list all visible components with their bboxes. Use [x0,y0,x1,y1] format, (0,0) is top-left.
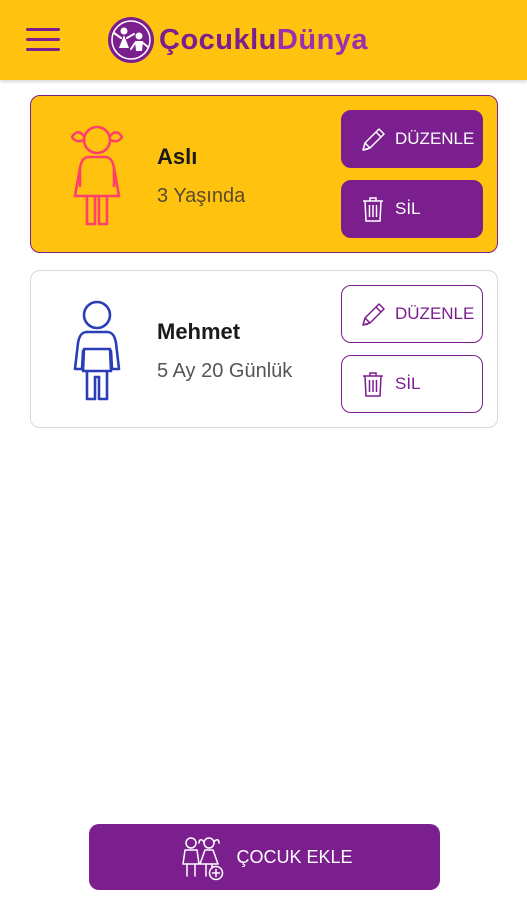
app-header: ÇocukluDünya [0,0,527,80]
trash-icon [363,372,383,397]
boy-icon [73,300,121,401]
hamburger-menu-icon[interactable] [26,26,62,54]
logo-icon [108,17,154,63]
edit-button[interactable]: DÜZENLE [341,110,483,168]
logo-text-part2: Dünya [276,23,369,56]
delete-button[interactable]: SİL [341,180,483,238]
logo-wordmark: ÇocukluDünya [159,24,368,57]
logo-text-part1: Çocuklu [159,23,277,56]
children-add-icon [182,837,224,881]
edit-button[interactable]: DÜZENLE [341,285,483,343]
child-card-asli[interactable]: Aslı 3 Yaşında DÜZENLE SİL [30,95,498,253]
child-name: Mehmet [157,319,241,344]
pencil-icon [362,128,385,151]
delete-button-label: SİL [395,374,421,393]
add-child-label: ÇOCUK EKLE [236,846,353,867]
delete-button-label: SİL [395,199,421,218]
trash-icon [363,197,383,222]
girl-icon [70,125,124,226]
app-logo: ÇocukluDünya [107,14,368,66]
pencil-icon [362,303,385,326]
child-age: 3 Yaşında [157,185,246,207]
child-age: 5 Ay 20 Günlük [157,360,293,382]
edit-button-label: DÜZENLE [395,304,475,323]
edit-button-label: DÜZENLE [395,129,475,148]
add-child-button[interactable]: ÇOCUK EKLE [89,824,440,890]
child-name: Aslı [157,144,198,169]
child-card-mehmet[interactable]: Mehmet 5 Ay 20 Günlük DÜZENLE SİL [30,270,498,428]
delete-button[interactable]: SİL [341,355,483,413]
